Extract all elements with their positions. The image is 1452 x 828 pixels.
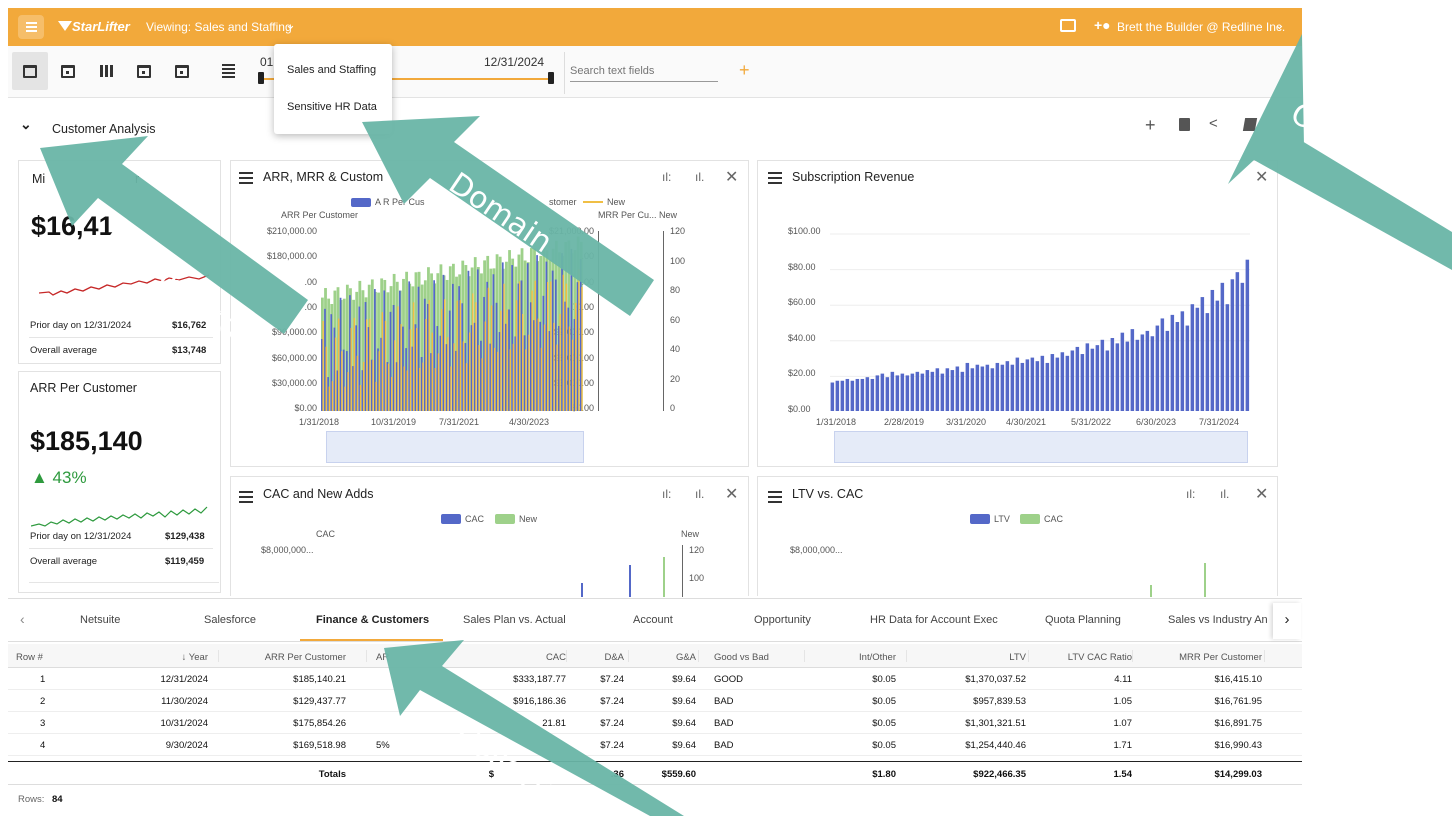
annotation-arrows (0, 0, 1452, 816)
